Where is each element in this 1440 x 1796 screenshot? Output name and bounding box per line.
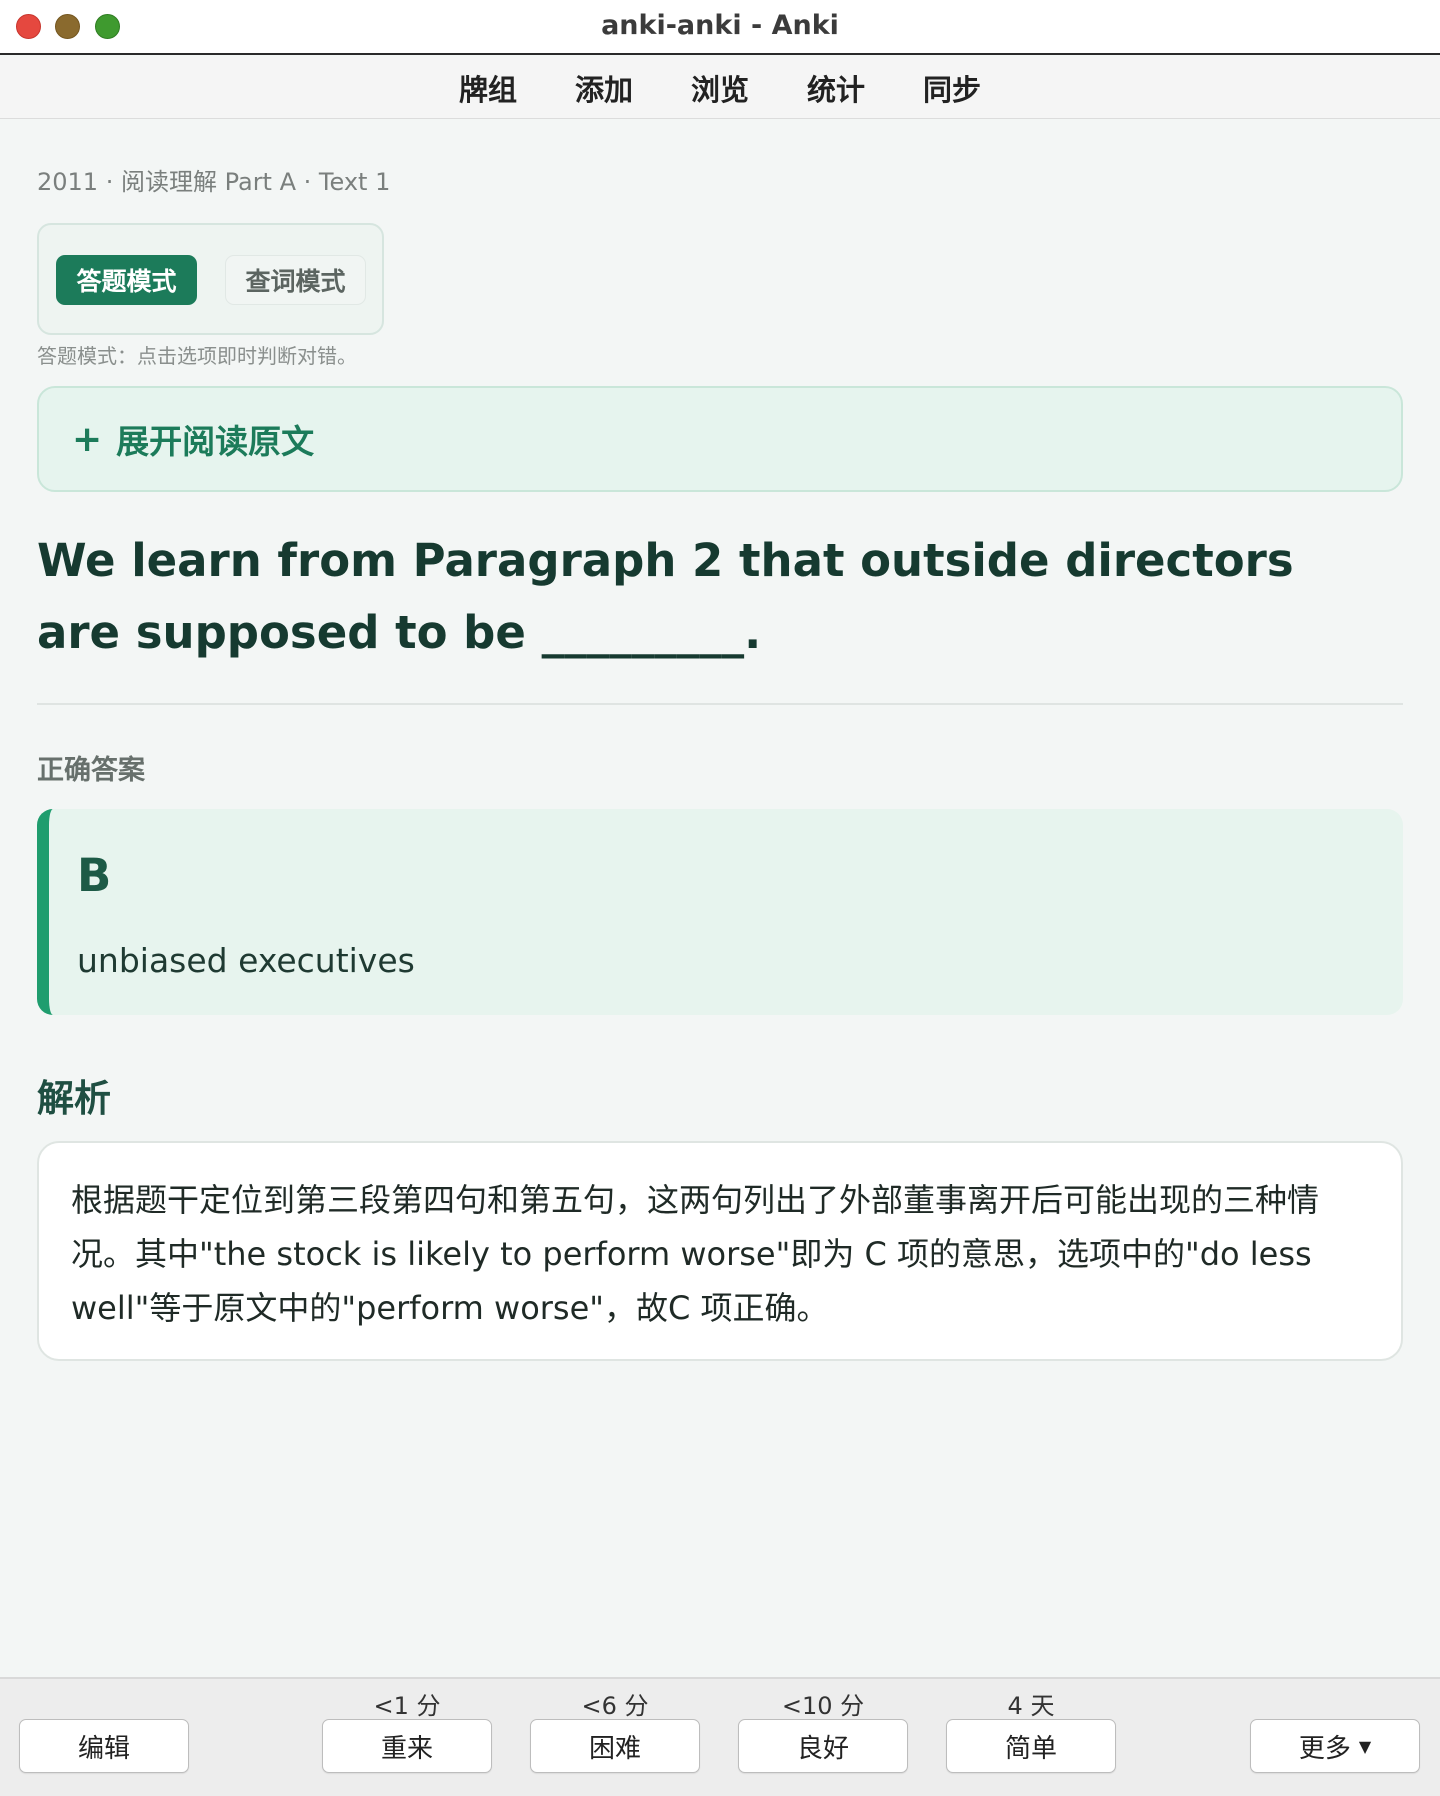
menu-stats[interactable]: 统计 [778, 67, 894, 109]
edit-button[interactable]: 编辑 [19, 1719, 189, 1773]
correct-answer-box: B unbiased executives [37, 809, 1403, 1015]
more-button-label: 更多 [1298, 1733, 1351, 1764]
analysis-heading: 解析 [37, 1077, 111, 1120]
hard-button[interactable]: 困难 [530, 1719, 700, 1773]
easy-button[interactable]: 简单 [946, 1719, 1116, 1773]
caret-down-icon: ▼ [1358, 1736, 1372, 1756]
analysis-text: 根据题干定位到第三段第四句和第五句，这两句列出了外部董事离开后可能出现的三种情况… [71, 1181, 1320, 1327]
window-title: anki-anki - Anki [601, 10, 839, 41]
anki-window: anki-anki - Anki 牌组 添加 浏览 统计 同步 2011 · 阅… [0, 0, 1440, 1796]
menu-browse[interactable]: 浏览 [662, 67, 778, 109]
review-bottom-bar: 编辑 <1 分 重来 <6 分 困难 <10 分 良好 4 天 简单 更多 ▼ [0, 1677, 1440, 1796]
answer-text: unbiased executives [77, 941, 415, 980]
title-bar: anki-anki - Anki [0, 0, 1440, 55]
easy-interval: 4 天 [1007, 1692, 1055, 1720]
good-button[interactable]: 良好 [738, 1719, 908, 1773]
breadcrumb: 2011 · 阅读理解 Part A · Text 1 [37, 168, 391, 196]
answer-heading: 正确答案 [37, 755, 145, 786]
more-button[interactable]: 更多 ▼ [1250, 1719, 1420, 1773]
mode-switcher: 答题模式 查词模式 [37, 223, 384, 335]
plus-icon: + [72, 418, 103, 460]
divider [37, 703, 1403, 705]
mode-hint: 答题模式：点击选项即时判断对错。 [37, 344, 357, 368]
analysis-box: 根据题干定位到第三段第四句和第五句，这两句列出了外部董事离开后可能出现的三种情况… [37, 1141, 1403, 1361]
question-text: We learn from Paragraph 2 that outside d… [37, 534, 1294, 659]
menu-decks[interactable]: 牌组 [430, 67, 546, 109]
top-menu: 牌组 添加 浏览 统计 同步 [0, 57, 1440, 119]
expand-passage-button[interactable]: + 展开阅读原文 [37, 386, 1403, 492]
menu-sync[interactable]: 同步 [894, 67, 1010, 109]
hard-interval: <6 分 [581, 1692, 649, 1720]
again-interval: <1 分 [373, 1692, 441, 1720]
lookup-mode-button[interactable]: 查词模式 [225, 255, 366, 305]
expand-passage-label: 展开阅读原文 [116, 422, 315, 461]
again-button[interactable]: 重来 [322, 1719, 492, 1773]
good-interval: <10 分 [781, 1692, 865, 1720]
menu-add[interactable]: 添加 [546, 67, 662, 109]
answer-letter: B [77, 849, 112, 902]
answer-mode-button[interactable]: 答题模式 [56, 255, 197, 305]
